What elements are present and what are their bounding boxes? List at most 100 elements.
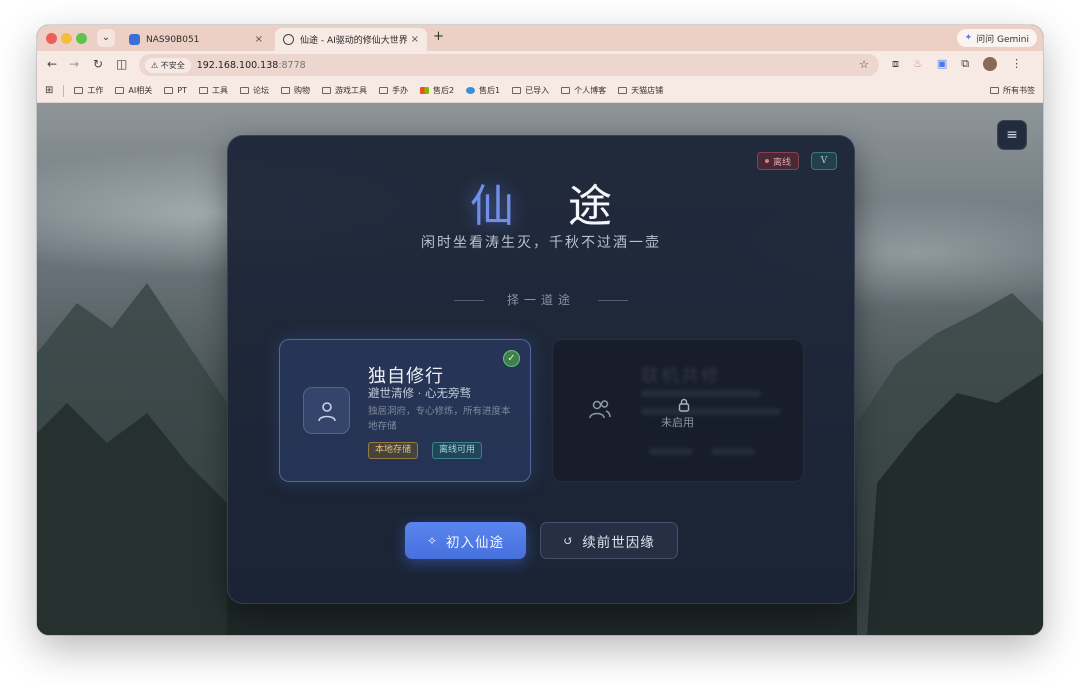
menu-button[interactable]: ≡: [997, 120, 1027, 150]
folder-icon: [618, 87, 628, 94]
tab-xiantu[interactable]: 仙途 - AI驱动的修仙大世界 | AI ×: [275, 28, 427, 51]
game-subtitle: 闲时坐看涛生灭，千秋不过酒一壶: [421, 235, 661, 251]
globe-icon: [283, 34, 294, 45]
tab-close-icon[interactable]: ×: [255, 34, 263, 45]
minimize-window-button[interactable]: [61, 33, 72, 44]
all-bookmarks-button[interactable]: 所有书签: [990, 85, 1035, 96]
continue-game-button[interactable]: ↺ 续前世因缘: [540, 522, 678, 559]
extension-icon[interactable]: ♨: [913, 57, 923, 71]
title-char-1: 仙: [470, 181, 568, 232]
url-host: 192.168.100.138: [196, 59, 279, 71]
bookmark-item[interactable]: 售后2: [419, 85, 455, 96]
folder-icon: [561, 87, 571, 94]
tab-strip: ⌄ NAS90B051 × 仙途 - AI驱动的修仙大世界 | AI × + ✦…: [37, 25, 1043, 51]
bookmark-label: 已导入: [525, 86, 550, 95]
bookmark-item[interactable]: 已导入: [512, 85, 549, 96]
status-label: 离线: [773, 157, 792, 168]
tag-local-storage: 本地存储: [368, 442, 419, 459]
users-icon: [588, 398, 612, 424]
coop-title: 联机共修: [641, 366, 721, 387]
menu-icon: ≡: [1006, 127, 1018, 143]
folder-icon: [512, 87, 522, 94]
close-window-button[interactable]: [46, 33, 57, 44]
warning-icon: ⚠: [151, 60, 159, 70]
bookmark-item[interactable]: 售后1: [466, 85, 500, 96]
extension-icon[interactable]: ▣: [937, 57, 947, 71]
start-journey-label: 初入仙途: [446, 534, 505, 551]
new-tab-button[interactable]: +: [433, 29, 444, 44]
bookmark-label: 论坛: [252, 86, 269, 95]
tab-nas[interactable]: NAS90B051 ×: [121, 28, 271, 51]
bookmark-label: 游戏工具: [334, 86, 367, 95]
security-indicator[interactable]: ⚠ 不安全: [145, 57, 191, 73]
microsoft-icon: [419, 87, 429, 94]
status-dot-icon: [765, 159, 769, 163]
browser-toolbar: ← → ↻ ◫ ⚠ 不安全 192.168.100.138 :8778 ☆ ⧈ …: [37, 51, 1043, 79]
sparkles-icon: ✧: [426, 533, 439, 548]
bookmark-label: 工具: [211, 86, 228, 95]
coop-blurred-text: [641, 390, 761, 397]
coop-blurred-tag: [649, 448, 693, 455]
mode-card-coop[interactable]: 联机共修 未启用: [552, 339, 804, 482]
start-panel: 离线 V 仙途 闲时坐看涛生灭，千秋不过酒一壶 择一道途 ✓ 独自修行 避世清修…: [227, 135, 855, 604]
forward-icon[interactable]: →: [69, 57, 79, 71]
gemini-label: 问问 Gemini: [976, 34, 1029, 45]
bookmark-label: AI相关: [128, 86, 153, 95]
bookmark-label: 所有书签: [1003, 86, 1035, 95]
bookmark-item[interactable]: 天猫店铺: [618, 85, 663, 96]
bookmark-item[interactable]: 论坛: [239, 85, 269, 96]
coop-status-label: 未启用: [661, 416, 694, 429]
reload-icon[interactable]: ↻: [93, 57, 103, 71]
apps-grid-icon[interactable]: ⊞: [45, 85, 53, 96]
bookmark-item[interactable]: 购物: [280, 85, 310, 96]
start-journey-button[interactable]: ✧ 初入仙途: [405, 522, 526, 559]
bookmark-item[interactable]: AI相关: [115, 85, 152, 96]
status-badge: 离线: [757, 152, 800, 170]
bookmark-item[interactable]: PT: [164, 86, 187, 95]
coop-blurred-tag: [711, 448, 755, 455]
bookmark-item[interactable]: 手办: [378, 85, 408, 96]
folder-icon: [198, 87, 208, 94]
tab-label: NAS90B051: [146, 34, 200, 45]
folder-icon: [280, 87, 290, 94]
extension-icon[interactable]: ⧈: [892, 57, 899, 71]
ask-gemini-button[interactable]: ✦ 问问 Gemini: [956, 29, 1037, 47]
sidebar-toggle-icon[interactable]: ◫: [116, 57, 127, 71]
folder-icon: [378, 87, 388, 94]
more-menu-icon[interactable]: ⋮: [1011, 57, 1022, 71]
maximize-window-button[interactable]: [76, 33, 87, 44]
bookmark-star-icon[interactable]: ☆: [859, 58, 869, 71]
bookmark-item[interactable]: 游戏工具: [321, 85, 367, 96]
title-char-2: 途: [568, 181, 666, 232]
folder-icon: [990, 87, 999, 94]
bookmark-label: 天猫店铺: [631, 86, 664, 95]
gemini-sparkle-icon: ✦: [964, 33, 973, 43]
folder-icon: [239, 87, 249, 94]
version-badge[interactable]: V: [811, 152, 837, 170]
folder-icon: [115, 87, 125, 94]
bookmark-label: PT: [177, 86, 187, 95]
bookmark-label: 售后2: [432, 86, 455, 95]
folder-icon: [164, 87, 174, 94]
bookmark-item[interactable]: 个人博客: [561, 85, 606, 96]
address-bar[interactable]: ⚠ 不安全 192.168.100.138 :8778 ☆: [139, 54, 879, 76]
bookmark-item[interactable]: 工作: [74, 85, 103, 96]
puzzle-icon[interactable]: ⧉: [961, 57, 969, 71]
tab-close-icon[interactable]: ×: [411, 34, 419, 45]
bookmark-item[interactable]: 工具: [198, 85, 228, 96]
bookmarks-bar: ⊞ 工作 AI相关 PT 工具 论坛 购物 游戏工具 手办 售后2 售后1 已导…: [37, 79, 1043, 103]
security-label: 不安全: [160, 60, 185, 70]
back-icon[interactable]: ←: [47, 57, 57, 71]
bookmark-label: 售后1: [479, 86, 501, 95]
lock-icon: [675, 398, 693, 415]
selected-check-icon: ✓: [503, 350, 520, 367]
mode-card-solo[interactable]: ✓ 独自修行 避世清修 · 心无旁骛 独居洞府，专心修炼，所有进度本地存储 本地…: [279, 339, 531, 482]
nas-favicon-icon: [129, 34, 140, 45]
profile-avatar[interactable]: [983, 57, 998, 71]
bookmark-separator: [63, 84, 65, 97]
tab-search-icon[interactable]: ⌄: [97, 29, 115, 47]
continue-game-label: 续前世因缘: [582, 534, 655, 551]
bookmark-label: 手办: [391, 86, 408, 95]
folder-icon: [74, 87, 84, 94]
bookmark-label: 工作: [87, 86, 104, 95]
